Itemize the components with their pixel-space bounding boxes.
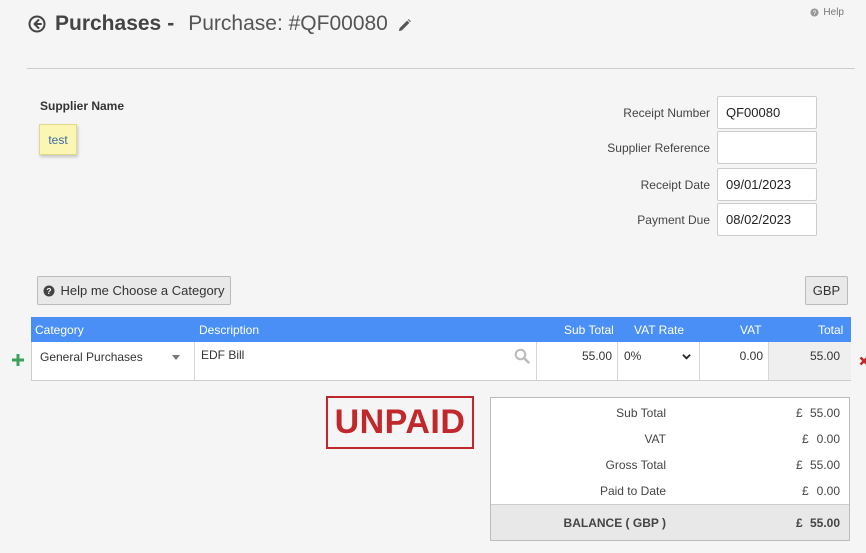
page-title: Purchases (55, 12, 162, 35)
category-value: General Purchases (40, 350, 143, 364)
summary-sub-total-label: Sub Total (616, 406, 666, 420)
help-link[interactable]: ? Help (810, 7, 844, 18)
payment-due-label: Payment Due (637, 212, 710, 227)
summary-vat-label: VAT (644, 432, 666, 446)
back-arrow-icon[interactable] (28, 15, 46, 33)
svg-text:?: ? (47, 286, 52, 296)
summary-gross-total-value: 55.00 (809, 458, 840, 472)
currency-button[interactable]: GBP (805, 276, 848, 305)
receipt-date-label: Receipt Date (640, 177, 710, 192)
question-circle-icon: ? (43, 285, 55, 296)
header-divider (27, 68, 855, 69)
summary-balance-value: 55.00 (809, 516, 840, 530)
page-header: Purchases - Purchase: #QF00080 (28, 12, 412, 36)
vat-value: 0.00 (739, 349, 763, 363)
column-header-vat: VAT (740, 323, 762, 337)
column-header-description: Description (199, 323, 260, 337)
column-header-category: Category (35, 323, 84, 337)
summary-paid-to-date-label: Paid to Date (599, 484, 666, 498)
receipt-number-label: Receipt Number (623, 105, 710, 120)
supplier-name-chip[interactable]: test (39, 124, 77, 155)
title-separator: - (167, 12, 175, 35)
receipt-number-input[interactable] (717, 96, 817, 129)
supplier-reference-label: Supplier Reference (607, 140, 710, 155)
receipt-date-row: Receipt Date (560, 168, 817, 201)
summary-vat-value: 0.00 (816, 432, 840, 446)
supplier-reference-input[interactable] (717, 131, 817, 164)
remove-line-icon[interactable] (859, 356, 866, 366)
supplier-name-label: Supplier Name (40, 99, 125, 113)
column-header-sub-total: Sub Total (564, 323, 614, 337)
table-row: General Purchases EDF Bill 55.00 0% 0.00… (31, 342, 851, 381)
summary-gross-total-label: Gross Total (605, 458, 666, 472)
summary-balance-label: BALANCE ( GBP ) (563, 516, 666, 530)
pencil-edit-icon[interactable] (397, 18, 412, 33)
summary-paid-to-date-value: 0.00 (816, 484, 840, 498)
summary-sub-total-row: Sub Total £ 55.00 (491, 403, 849, 423)
help-label: Help (823, 7, 844, 18)
vat-rate-value: 0% (624, 349, 642, 363)
vat-input[interactable]: 0.00 (700, 342, 769, 380)
caret-down-icon (172, 355, 180, 360)
svg-text:?: ? (813, 10, 817, 17)
vat-rate-select[interactable]: 0% (618, 342, 700, 380)
summary-balance-row: BALANCE ( GBP ) £ 55.00 (491, 504, 849, 540)
receipt-date-input[interactable] (717, 168, 817, 201)
sub-total-input[interactable]: 55.00 (537, 342, 618, 380)
payment-due-input[interactable] (717, 203, 817, 236)
help-choose-category-label: Help me Choose a Category (60, 283, 225, 298)
description-value: EDF Bill (201, 348, 245, 362)
column-header-total: Total (818, 323, 844, 337)
add-line-icon[interactable] (12, 354, 24, 366)
summary-sub-total-value: 55.00 (809, 406, 840, 420)
currency-symbol: £ (802, 484, 809, 498)
category-select[interactable]: General Purchases (32, 342, 195, 380)
purchase-subtitle: Purchase: #QF00080 (188, 12, 388, 35)
totals-summary: Sub Total £ 55.00 VAT £ 0.00 Gross Total… (490, 397, 850, 541)
currency-symbol: £ (796, 516, 803, 530)
sub-total-value: 55.00 (581, 349, 612, 363)
unpaid-status-stamp: UNPAID (326, 396, 474, 449)
currency-symbol: £ (796, 458, 803, 472)
summary-vat-row: VAT £ 0.00 (491, 429, 849, 449)
currency-symbol: £ (796, 406, 803, 420)
currency-symbol: £ (802, 432, 809, 446)
description-input[interactable]: EDF Bill (195, 342, 537, 380)
line-total: 55.00 (769, 342, 851, 380)
chevron-down-icon (682, 354, 691, 360)
summary-paid-to-date-row: Paid to Date £ 0.00 (491, 481, 849, 501)
search-icon[interactable] (514, 348, 530, 364)
supplier-reference-row: Supplier Reference (560, 131, 817, 164)
line-items-header: Category Description Sub Total VAT Rate … (31, 317, 851, 342)
payment-due-row: Payment Due (560, 203, 817, 236)
receipt-number-row: Receipt Number (560, 96, 817, 129)
line-total-value: 55.00 (809, 349, 840, 363)
summary-gross-total-row: Gross Total £ 55.00 (491, 455, 849, 475)
column-header-vat-rate: VAT Rate (634, 323, 685, 337)
help-icon: ? (810, 8, 819, 17)
help-choose-category-button[interactable]: ? Help me Choose a Category (37, 276, 231, 305)
